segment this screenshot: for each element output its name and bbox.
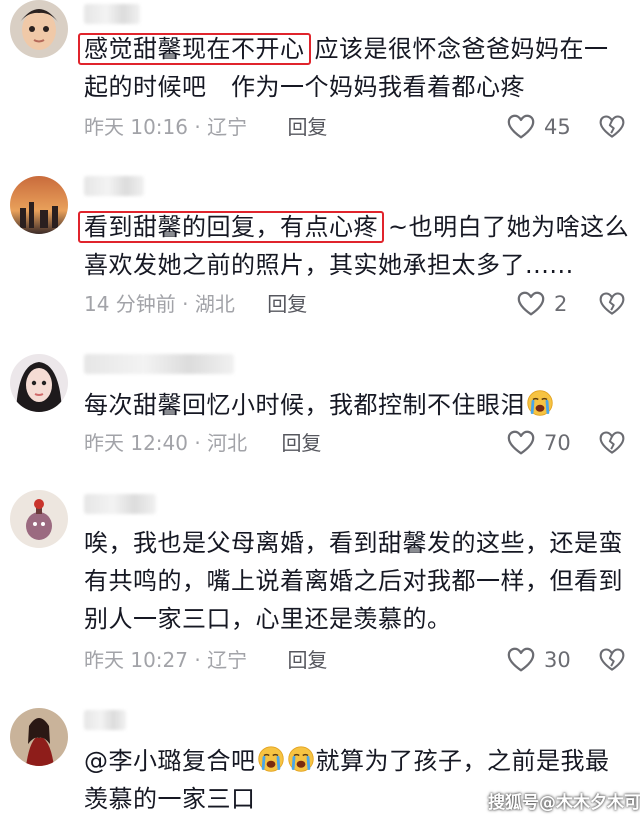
username-blurred xyxy=(84,494,156,514)
location: 辽宁 xyxy=(207,648,248,672)
avatar[interactable] xyxy=(10,490,68,548)
username-blurred xyxy=(84,176,144,196)
like-count: 45 xyxy=(544,115,571,139)
comment-meta: 昨天 10:16 · 辽宁 回复 xyxy=(84,115,328,139)
like-count: 70 xyxy=(544,431,571,455)
reply-button[interactable]: 回复 xyxy=(287,648,327,672)
like-button[interactable]: 2 xyxy=(516,289,567,319)
comment-text: 每次甜馨回忆小时候，我都控制不住眼泪 xyxy=(84,386,629,424)
broken-heart-icon[interactable] xyxy=(598,646,626,674)
like-button[interactable]: 30 xyxy=(506,645,571,675)
avatar[interactable] xyxy=(10,0,68,58)
broken-heart-icon[interactable] xyxy=(598,429,626,457)
timestamp: 14 分钟前 xyxy=(84,292,176,316)
like-button[interactable]: 70 xyxy=(506,428,571,458)
comment-meta: 14 分钟前 · 湖北 回复 xyxy=(84,292,308,316)
heart-outline-icon xyxy=(506,112,536,142)
comment-meta: 昨天 10:27 · 辽宁 回复 xyxy=(84,648,328,672)
reply-button[interactable]: 回复 xyxy=(281,431,321,455)
username-blurred xyxy=(84,710,126,730)
location: 湖北 xyxy=(194,292,235,316)
username-blurred xyxy=(84,4,140,24)
avatar[interactable] xyxy=(10,708,68,766)
like-button[interactable]: 45 xyxy=(506,112,571,142)
broken-heart-icon[interactable] xyxy=(598,290,626,318)
username-blurred xyxy=(84,354,234,374)
location: 辽宁 xyxy=(207,115,248,139)
highlight-box: 看到甜馨的回复，有点心疼 xyxy=(78,211,384,243)
comment-text: 唉，我也是父母离婚，看到甜馨发的这些，还是蛮 有共鸣的，嘴上说着离婚之后对我都一… xyxy=(84,529,623,633)
like-count: 30 xyxy=(544,648,571,672)
watermark: 搜狐号@木木夕木可 xyxy=(488,793,640,813)
heart-outline-icon xyxy=(506,428,536,458)
avatar[interactable] xyxy=(10,176,68,234)
crying-face-emoji xyxy=(287,745,315,773)
highlight-box: 感觉甜馨现在不开心 xyxy=(78,33,311,65)
location: 河北 xyxy=(207,431,248,455)
like-count: 2 xyxy=(554,292,568,316)
avatar[interactable] xyxy=(10,354,68,412)
comment-meta: 昨天 12:40 · 河北 回复 xyxy=(84,431,322,455)
mention[interactable]: @李小璐复合吧 xyxy=(84,747,256,775)
timestamp: 昨天 10:16 xyxy=(84,115,188,139)
comment-text: 感觉甜馨现在不开心 应该是很怀念爸爸妈妈在一 起的时候吧 作为一个妈妈我看着都心疼 xyxy=(78,30,629,106)
comment-text: 看到甜馨的回复，有点心疼 ~也明白了她为啥这么 喜欢发她之前的照片，其实她承担太多… xyxy=(78,208,629,284)
timestamp: 昨天 12:40 xyxy=(84,431,188,455)
heart-outline-icon xyxy=(516,289,546,319)
broken-heart-icon[interactable] xyxy=(598,113,626,141)
reply-button[interactable]: 回复 xyxy=(267,292,307,316)
heart-outline-icon xyxy=(506,645,536,675)
timestamp: 昨天 10:27 xyxy=(84,648,188,672)
crying-face-emoji xyxy=(526,389,554,417)
reply-button[interactable]: 回复 xyxy=(287,115,327,139)
crying-face-emoji xyxy=(257,745,285,773)
